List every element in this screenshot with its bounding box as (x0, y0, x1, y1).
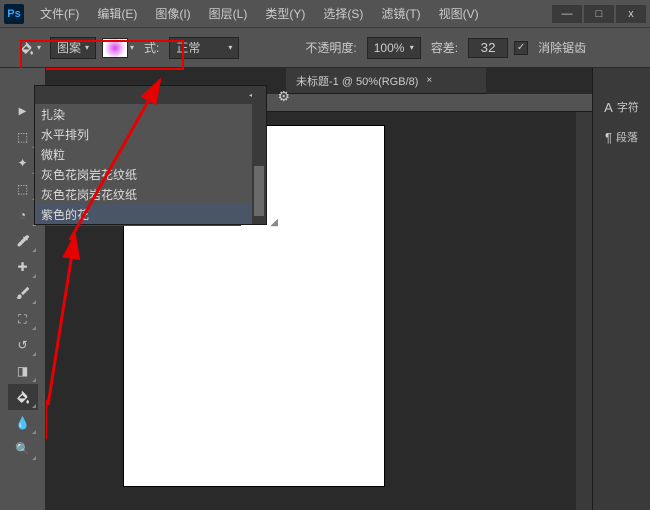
fill-type-dropdown[interactable]: 图案 ▾ (50, 37, 96, 59)
panel-label: 字符 (617, 99, 639, 115)
tolerance-input[interactable] (468, 38, 508, 58)
tool-eraser[interactable]: ◨ (8, 358, 38, 384)
tool-icon: ✦ (17, 156, 27, 170)
tab-close-icon[interactable]: × (426, 75, 432, 86)
document-tab[interactable]: 未标题-1 @ 50%(RGB/8) × (286, 68, 486, 94)
tool-dodge[interactable]: 🔍 (8, 436, 38, 462)
resize-handle-icon[interactable]: ◢ (270, 217, 278, 228)
menu-layer[interactable]: 图层(L) (201, 1, 256, 26)
dropdown-arrow-icon: ▾ (410, 43, 414, 52)
bandage-icon: ✚ (17, 260, 27, 274)
antialias-label: 消除锯齿 (538, 39, 586, 56)
paragraph-icon: ¶ (605, 130, 612, 145)
pattern-item[interactable]: 水平排列 (35, 124, 266, 144)
document-tab-label: 未标题-1 @ 50%(RGB/8) (296, 73, 418, 89)
dropdown-arrow-icon: ▾ (228, 43, 232, 52)
arrow-right-icon: ▶ (19, 106, 27, 117)
pattern-list-scrollbar[interactable] (252, 86, 266, 224)
tool-stamp[interactable]: ⛶ (8, 306, 38, 332)
opacity-label: 不透明度: (305, 39, 356, 56)
panel-label: 段落 (616, 129, 638, 145)
pattern-list-header: ◂ ▸ (35, 86, 266, 104)
scrollbar-vertical[interactable] (576, 112, 592, 510)
tool-healing[interactable]: ✚ (8, 254, 38, 280)
panel-character[interactable]: A 字符 (593, 92, 650, 122)
maximize-button[interactable]: □ (584, 5, 614, 23)
minimize-button[interactable]: — (552, 5, 582, 23)
tool-generic-3[interactable]: ⬚ (8, 176, 38, 202)
tool-generic-2[interactable]: ✦ (8, 150, 38, 176)
app-logo: Ps (4, 4, 24, 24)
eraser-icon: ◨ (17, 364, 28, 378)
opacity-value: 100% (374, 41, 405, 55)
tool-generic-1[interactable]: ⬚ (8, 124, 38, 150)
tool-flyout-arrow[interactable]: ▶ (8, 98, 38, 124)
gear-icon[interactable]: ⚙ (277, 88, 290, 105)
window-controls: — □ x (552, 5, 646, 23)
menu-view[interactable]: 视图(V) (431, 1, 487, 26)
tool-brush[interactable] (8, 280, 38, 306)
blur-icon: 💧 (15, 416, 30, 430)
pattern-item[interactable]: 微粒 (35, 144, 266, 164)
tool-icon: ⬚ (17, 182, 28, 196)
menu-select[interactable]: 选择(S) (315, 1, 371, 26)
close-button[interactable]: x (616, 5, 646, 23)
tolerance-label: 容差: (431, 39, 458, 56)
antialias-checkbox[interactable]: ✓ (514, 41, 528, 55)
title-bar: Ps 文件(F) 编辑(E) 图像(I) 图层(L) 类型(Y) 选择(S) 滤… (0, 0, 650, 28)
paint-bucket-icon (15, 389, 31, 405)
tool-history-brush[interactable]: ↺ (8, 332, 38, 358)
menu-filter[interactable]: 滤镜(T) (373, 1, 428, 26)
fill-type-value: 图案 (57, 39, 81, 56)
pattern-picker-list: ◂ ▸ 扎染 水平排列 微粒 灰色花岗岩花纹纸 灰色花岗岩花纹纸 紫色的花 ⚙ … (34, 85, 267, 225)
dropdown-arrow-icon: ▾ (37, 43, 41, 52)
eyedropper-icon (15, 233, 31, 249)
tool-icon: ◔ (19, 208, 26, 222)
pattern-item-selected[interactable]: 紫色的花 (35, 204, 266, 224)
pattern-item[interactable]: 灰色花岗岩花纹纸 (35, 184, 266, 204)
main-menu: 文件(F) 编辑(E) 图像(I) 图层(L) 类型(Y) 选择(S) 滤镜(T… (32, 1, 487, 26)
options-bar: ▾ 图案 ▾ ▾ 式: 正常 ▾ 不透明度: 100% ▾ 容差: ✓ 消除锯齿 (0, 28, 650, 68)
mode-label: 式: (144, 39, 159, 56)
pattern-item[interactable]: 扎染 (35, 104, 266, 124)
opacity-dropdown[interactable]: 100% ▾ (367, 37, 421, 59)
pattern-swatch[interactable] (102, 38, 128, 58)
tool-eyedropper[interactable] (8, 228, 38, 254)
stamp-icon: ⛶ (18, 312, 26, 327)
dropdown-arrow-icon[interactable]: ▾ (130, 43, 134, 52)
paint-bucket-icon (19, 40, 35, 56)
menu-image[interactable]: 图像(I) (147, 1, 198, 26)
brush-icon (15, 285, 31, 301)
menu-type[interactable]: 类型(Y) (257, 1, 313, 26)
blend-mode-value: 正常 (176, 39, 200, 56)
dodge-icon: 🔍 (15, 442, 30, 456)
pattern-item[interactable]: 灰色花岗岩花纹纸 (35, 164, 266, 184)
menu-file[interactable]: 文件(F) (32, 1, 87, 26)
tool-blur[interactable]: 💧 (8, 410, 38, 436)
scrollbar-thumb[interactable] (254, 166, 264, 216)
blend-mode-dropdown[interactable]: 正常 ▾ (169, 37, 239, 59)
history-brush-icon: ↺ (17, 338, 27, 352)
character-icon: A (604, 100, 613, 115)
tool-paint-bucket[interactable] (8, 384, 38, 410)
current-tool-icon[interactable]: ▾ (16, 36, 44, 60)
tool-icon: ⬚ (17, 130, 28, 144)
right-panel: A 字符 ¶ 段落 (592, 68, 650, 510)
tool-generic-4[interactable]: ◔ (8, 202, 38, 228)
dropdown-arrow-icon: ▾ (85, 43, 89, 52)
panel-paragraph[interactable]: ¶ 段落 (593, 122, 650, 152)
menu-edit[interactable]: 编辑(E) (89, 1, 145, 26)
